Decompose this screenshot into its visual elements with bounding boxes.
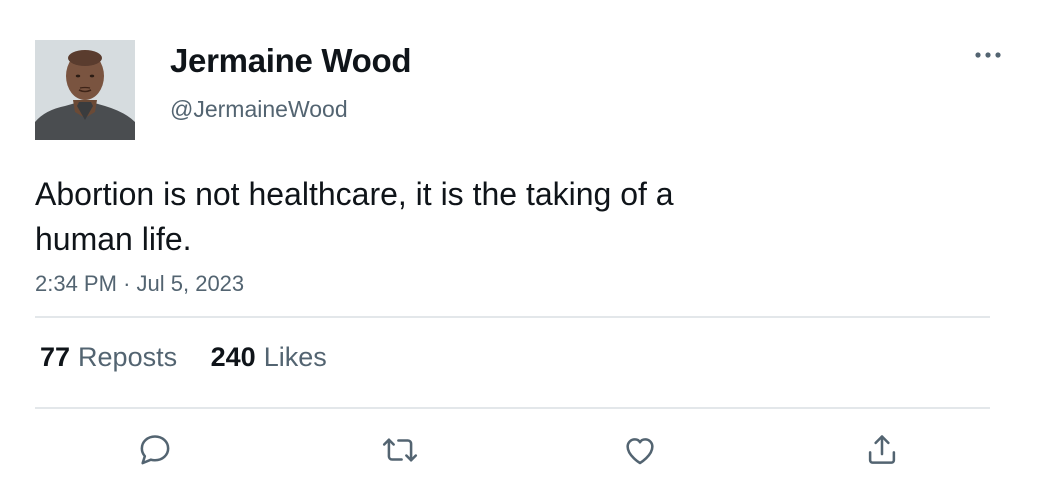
repost-button[interactable] [380, 431, 420, 469]
more-options-button[interactable] [968, 42, 1008, 68]
share-button[interactable] [862, 431, 902, 469]
avatar[interactable] [35, 40, 135, 140]
avatar-photo-icon [35, 40, 135, 140]
like-button[interactable] [620, 431, 660, 469]
meta-separator: · [123, 271, 131, 296]
divider [35, 316, 990, 318]
reply-button[interactable] [135, 431, 175, 469]
more-icon [975, 52, 1001, 58]
likes-count: 240 [210, 342, 256, 372]
divider [35, 407, 990, 409]
engagement-stats: 77 Reposts 240 Likes [40, 342, 353, 373]
author-display-name[interactable]: Jermaine Wood [170, 42, 412, 80]
share-icon [868, 435, 896, 464]
like-icon [626, 438, 654, 465]
tweet-text: Abortion is not healthcare, it is the ta… [35, 176, 674, 257]
tweet-card: Jermaine Wood @JermaineWood Abortion is … [0, 0, 1050, 480]
likes-label: Likes [263, 342, 327, 372]
tweet-timestamp[interactable]: 2:34 PM · Jul 5, 2023 [35, 271, 244, 297]
author-handle[interactable]: @JermaineWood [170, 96, 348, 123]
repost-icon [382, 438, 418, 462]
reposts-label: Reposts [78, 342, 178, 372]
reply-icon [140, 435, 170, 465]
reposts-count: 77 [40, 342, 71, 372]
tweet-time: 2:34 PM [35, 271, 117, 296]
tweet-date: Jul 5, 2023 [136, 271, 245, 296]
reposts-stat[interactable]: 77 Reposts [40, 342, 177, 373]
likes-stat[interactable]: 240 Likes [211, 342, 327, 373]
